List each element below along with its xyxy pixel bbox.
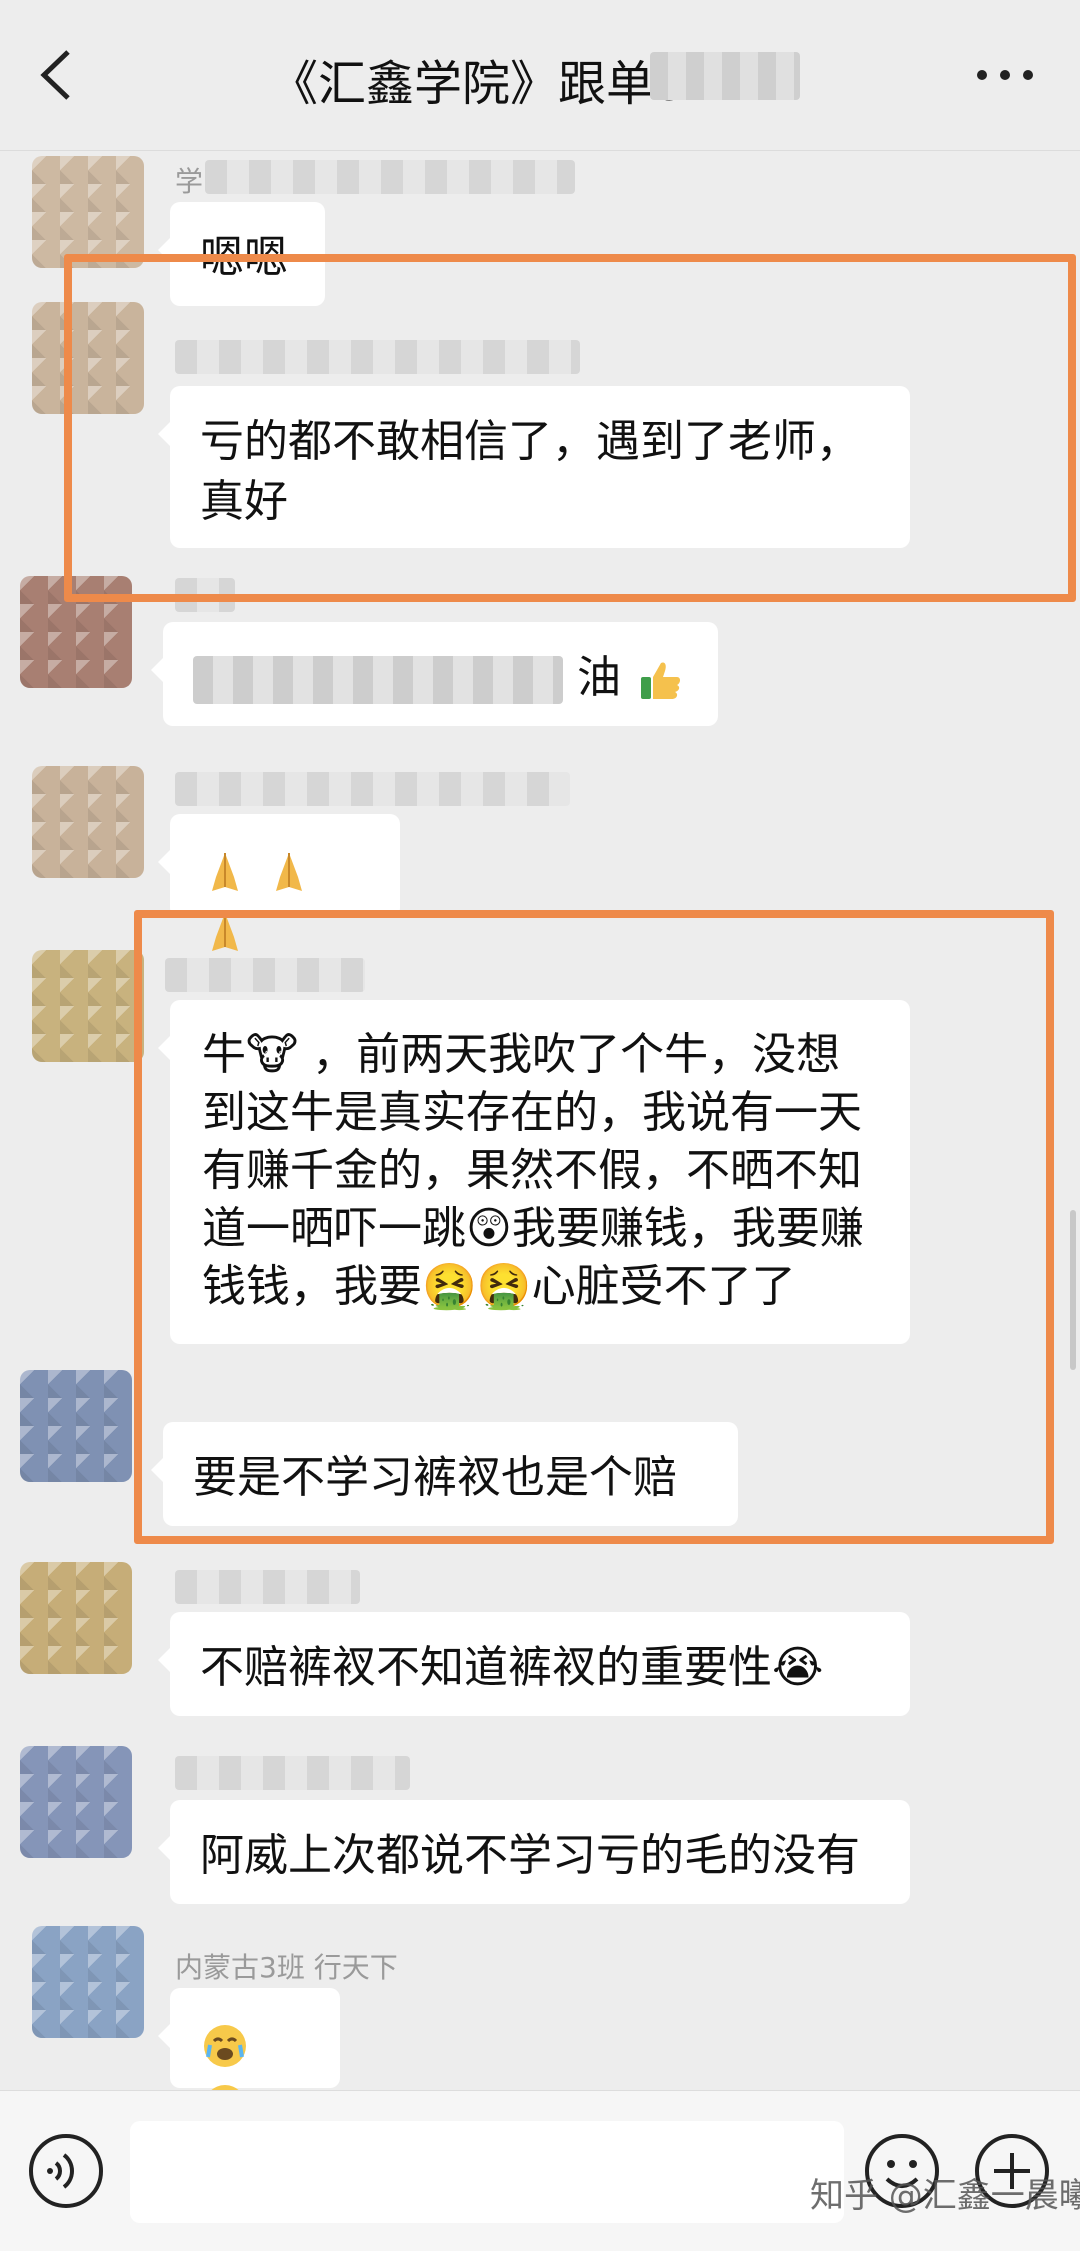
chat-title: 《汇鑫学院》跟单8 bbox=[270, 56, 685, 112]
message-text: 油 bbox=[577, 652, 621, 703]
folded-hands-icon bbox=[212, 853, 238, 891]
sender-name: 内蒙古3班 行天下 bbox=[175, 1951, 398, 1984]
avatar[interactable] bbox=[32, 156, 144, 268]
title-redacted bbox=[650, 52, 800, 100]
text-redacted bbox=[193, 656, 563, 704]
message-bubble[interactable]: 阿威上次都说不学习亏的毛的没有 bbox=[158, 1800, 910, 1904]
avatar[interactable] bbox=[32, 1926, 144, 2038]
message-bubble[interactable] bbox=[158, 1988, 340, 2090]
thumbs-up-icon bbox=[641, 662, 680, 699]
watermark: 知乎 @汇鑫一晨曦 bbox=[810, 2176, 1080, 2216]
message-input[interactable] bbox=[130, 2121, 844, 2223]
chat-header: 《汇鑫学院》跟单8 bbox=[0, 0, 1080, 151]
message-bubble[interactable] bbox=[158, 814, 400, 951]
sender-redacted bbox=[175, 1570, 360, 1604]
message-text: 不赔裤衩不知道裤衩的重要性😭 bbox=[200, 1642, 824, 1693]
avatar[interactable] bbox=[32, 950, 144, 1062]
avatar[interactable] bbox=[20, 1562, 132, 1674]
face-with-tears-icon bbox=[211, 2085, 239, 2090]
folded-hands-icon bbox=[276, 853, 302, 891]
message-bubble[interactable]: 油 bbox=[151, 622, 718, 726]
sender-name: 学 bbox=[175, 165, 204, 198]
face-with-tears-icon bbox=[204, 2025, 246, 2067]
sender-redacted bbox=[175, 1756, 410, 1790]
scrollbar[interactable] bbox=[1070, 1210, 1076, 1370]
avatar[interactable] bbox=[32, 766, 144, 878]
highlight-box bbox=[64, 254, 1076, 602]
avatar[interactable] bbox=[20, 1370, 132, 1482]
sender-redacted bbox=[175, 772, 570, 806]
message-bubble[interactable]: 不赔裤衩不知道裤衩的重要性😭 bbox=[158, 1612, 910, 1716]
back-arrow-icon[interactable] bbox=[30, 40, 80, 110]
voice-icon[interactable] bbox=[26, 2131, 106, 2211]
highlight-box bbox=[134, 910, 1054, 1544]
message-text: 阿威上次都说不学习亏的毛的没有 bbox=[200, 1830, 860, 1881]
message-list[interactable]: 学 嗯嗯 亏的都不敢相信了，遇到了老师， 真好 油 牛🐮 ，前两天我吹了个牛，没… bbox=[0, 150, 1080, 2090]
sender-redacted bbox=[205, 160, 575, 194]
avatar[interactable] bbox=[20, 1746, 132, 1858]
more-dots-icon[interactable] bbox=[970, 40, 1040, 110]
